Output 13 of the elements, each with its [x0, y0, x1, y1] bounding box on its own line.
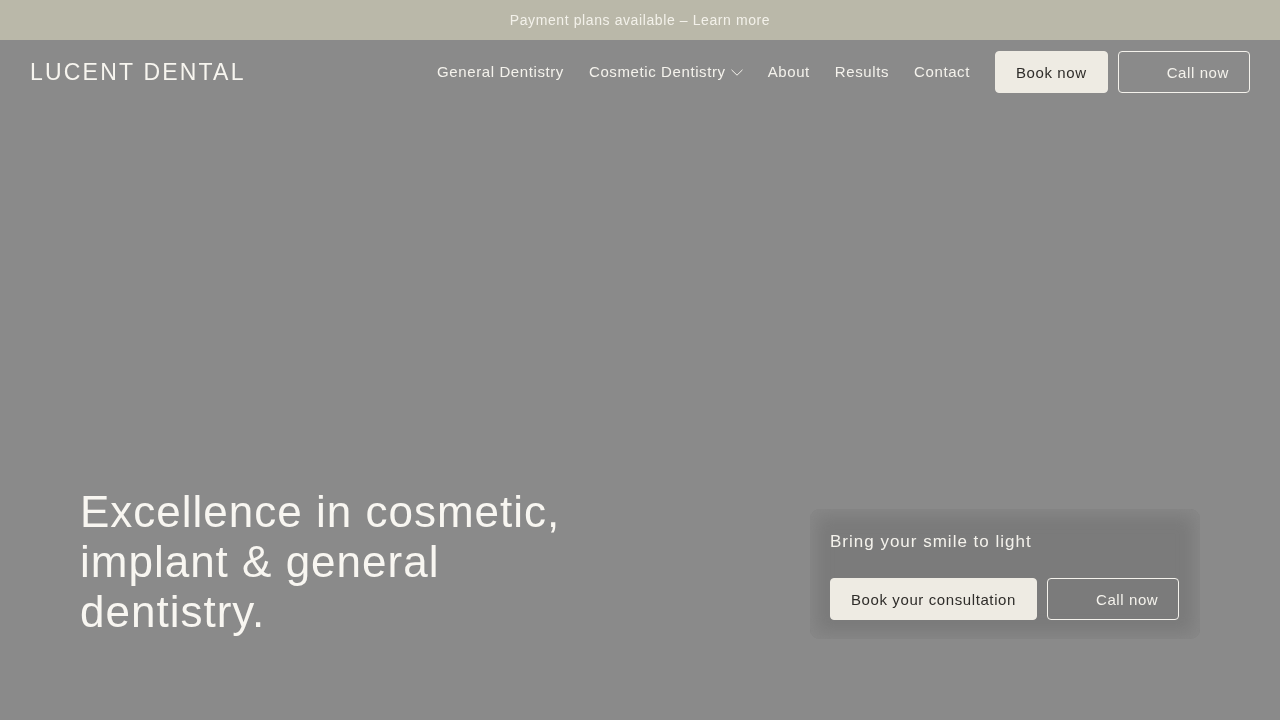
nav-link[interactable]: About: [767, 60, 810, 84]
nav-link[interactable]: General Dentistry: [437, 60, 564, 84]
logo-wordmark[interactable]: LUCENT DENTAL: [30, 60, 246, 84]
call-button[interactable]: Call now: [1117, 51, 1250, 93]
nav-link[interactable]: Results: [834, 60, 890, 84]
call-button[interactable]: Call now: [1046, 578, 1180, 620]
book-button[interactable]: Book your consultation: [830, 578, 1037, 620]
nav-link[interactable]: Cosmetic Dentistry: [589, 60, 743, 84]
nav-link[interactable]: Contact: [914, 60, 970, 84]
hero-headline: Excellence in cosmetic, implant & general dentistry.: [80, 487, 562, 637]
cta-card-title: Bring your smile to light: [830, 531, 1033, 553]
announcement-link[interactable]: Payment plans available – Learn more: [509, 9, 771, 31]
book-button[interactable]: Book now: [995, 51, 1108, 93]
